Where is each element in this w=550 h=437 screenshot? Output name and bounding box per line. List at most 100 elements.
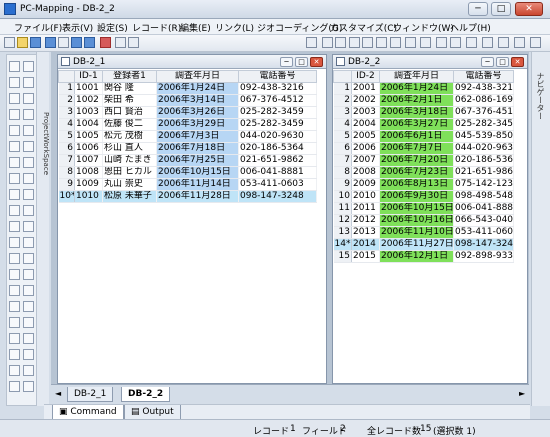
help-tool-icon[interactable]: [23, 381, 34, 392]
lasso-tool-icon[interactable]: [23, 61, 34, 72]
row-number[interactable]: 11: [333, 202, 352, 215]
split-tool-icon[interactable]: [23, 173, 34, 184]
print-icon[interactable]: [58, 37, 69, 48]
text-tool-icon[interactable]: [23, 157, 34, 168]
menu-customize[interactable]: カスタマイズ(C): [330, 21, 397, 34]
cell-phone[interactable]: 025-282-3459: [453, 118, 514, 131]
cell-id[interactable]: 2001: [351, 82, 380, 95]
cell-id[interactable]: 2003: [351, 106, 380, 119]
maximize-button[interactable]: □: [295, 57, 308, 67]
menu-link[interactable]: リンク(L): [215, 21, 254, 34]
cell-id[interactable]: 2008: [351, 166, 380, 179]
grid-tool-icon[interactable]: [9, 317, 20, 328]
cell-date[interactable]: 2006年9月30日: [379, 190, 454, 203]
row-number[interactable]: 3: [333, 106, 352, 119]
cell-id[interactable]: 2005: [351, 130, 380, 143]
row-number[interactable]: 4: [333, 118, 352, 131]
column-header[interactable]: 登録者1: [102, 70, 157, 83]
cell-id[interactable]: 1004: [74, 118, 103, 131]
cell-name[interactable]: 松原 未華子: [102, 190, 157, 203]
label-tool-icon[interactable]: [9, 221, 20, 232]
table-row[interactable]: 10* 1010 松原 未華子 2006年11月28日 098-147-3248: [58, 190, 317, 203]
table-row[interactable]: 8 1008 恩田 ヒカル 2006年10月15日 006-041-8881: [58, 166, 317, 179]
cell-id[interactable]: 1008: [74, 166, 103, 179]
point-tool-icon[interactable]: [9, 125, 20, 136]
row-number[interactable]: 9: [333, 178, 352, 191]
cell-name[interactable]: 関谷 隆: [102, 82, 157, 95]
table-window-db-2-2[interactable]: DB-2_2 ─ □ ✕ ID-2 調査年月日 電話番号 1 2001 2006年1…: [332, 54, 528, 384]
cell-id[interactable]: 1010: [74, 190, 103, 203]
row-number[interactable]: 4: [58, 118, 75, 131]
row-number[interactable]: 7: [58, 154, 75, 167]
rotate-tool-icon[interactable]: [9, 205, 20, 216]
cell-date[interactable]: 2006年10月16日: [379, 214, 454, 227]
draw-tool-icon[interactable]: [9, 77, 20, 88]
table-row[interactable]: 5 1005 松元 茂樹 2006年7月3日 044-020-9630: [58, 130, 317, 143]
cell-phone[interactable]: 044-020-9630: [453, 142, 514, 155]
table-row[interactable]: 15 2015 2006年12月1日 092-898-9338: [333, 250, 514, 263]
cell-date[interactable]: 2006年11月27日: [379, 238, 454, 251]
save-all-icon[interactable]: [45, 37, 56, 48]
cell-phone[interactable]: 098-147-3248: [238, 190, 317, 203]
table-row[interactable]: 7 1007 山崎 たまき 2006年7月25日 021-651-9862: [58, 154, 317, 167]
row-number[interactable]: 12: [333, 214, 352, 227]
table-row[interactable]: 9 2009 2006年8月13日 075-142-1230: [333, 178, 514, 191]
table-row[interactable]: 2 1002 柴田 希 2006年3月14日 067-376-4512: [58, 94, 317, 107]
minimize-button[interactable]: ─: [481, 57, 494, 67]
cell-phone[interactable]: 006-041-8881: [453, 202, 514, 215]
cell-id[interactable]: 2004: [351, 118, 380, 131]
chart-tool-icon[interactable]: [9, 285, 20, 296]
cell-id[interactable]: 2013: [351, 226, 380, 239]
cell-phone[interactable]: 021-651-9862: [238, 154, 317, 167]
cell-date[interactable]: 2006年2月1日: [379, 94, 454, 107]
row-number[interactable]: 8: [58, 166, 75, 179]
row-number[interactable]: 1: [333, 82, 352, 95]
menu-edit[interactable]: 編集(E): [180, 21, 211, 34]
tab-db-2-1[interactable]: DB-2_1: [67, 387, 114, 402]
row-number[interactable]: 6: [58, 142, 75, 155]
north-arrow-icon[interactable]: [23, 301, 34, 312]
row-number[interactable]: 3: [58, 106, 75, 119]
row-number[interactable]: 10: [333, 190, 352, 203]
merge-tool-icon[interactable]: [9, 189, 20, 200]
circle-tool-icon[interactable]: [9, 157, 20, 168]
cell-phone[interactable]: 066-543-0402: [453, 214, 514, 227]
cell-date[interactable]: 2006年1月24日: [379, 82, 454, 95]
cell-name[interactable]: 柴田 希: [102, 94, 157, 107]
cell-phone[interactable]: 098-498-5488: [453, 190, 514, 203]
minimize-button[interactable]: ─: [280, 57, 293, 67]
table-row[interactable]: 7 2007 2006年7月20日 020-186-5364: [333, 154, 514, 167]
tile-vertical-icon[interactable]: [482, 37, 493, 48]
layer-icon[interactable]: [71, 37, 82, 48]
database-icon[interactable]: [84, 37, 95, 48]
database-tool-icon[interactable]: [9, 365, 20, 376]
row-number[interactable]: 13: [333, 226, 352, 239]
close-button[interactable]: ✕: [511, 57, 524, 67]
row-number[interactable]: 14*: [333, 238, 352, 251]
cell-phone[interactable]: 067-376-4512: [238, 94, 317, 107]
scale-tool-icon[interactable]: [9, 301, 20, 312]
link-tool-icon[interactable]: [9, 237, 20, 248]
cell-date[interactable]: 2006年6月1日: [379, 130, 454, 143]
table-row[interactable]: 13 2013 2006年11月10日 053-411-0603: [333, 226, 514, 239]
row-number[interactable]: 6: [333, 142, 352, 155]
cell-id[interactable]: 2007: [351, 154, 380, 167]
cell-date[interactable]: 2006年3月18日: [379, 106, 454, 119]
cell-id[interactable]: 2006: [351, 142, 380, 155]
arrange-icon[interactable]: [514, 37, 525, 48]
window2-icon[interactable]: [450, 37, 461, 48]
menu-settings[interactable]: 設定(S): [97, 21, 128, 34]
close-button[interactable]: ✕: [515, 2, 543, 16]
cell-id[interactable]: 1001: [74, 82, 103, 95]
cell-phone[interactable]: 098-147-3248: [453, 238, 514, 251]
cell-date[interactable]: 2006年10月15日: [156, 166, 239, 179]
cell-date[interactable]: 2006年1月24日: [156, 82, 239, 95]
cell-phone[interactable]: 053-411-0603: [238, 178, 317, 191]
filter-icon[interactable]: [420, 37, 431, 48]
overlay-tool-icon[interactable]: [9, 269, 20, 280]
row-number[interactable]: 2: [333, 94, 352, 107]
edit-icon[interactable]: [128, 37, 139, 48]
menu-record[interactable]: レコード(R): [132, 21, 181, 34]
table-row[interactable]: 3 1003 西口 賢治 2006年3月26日 025-282-3459: [58, 106, 317, 119]
tab-scroll-left-icon[interactable]: ◄: [55, 389, 61, 398]
